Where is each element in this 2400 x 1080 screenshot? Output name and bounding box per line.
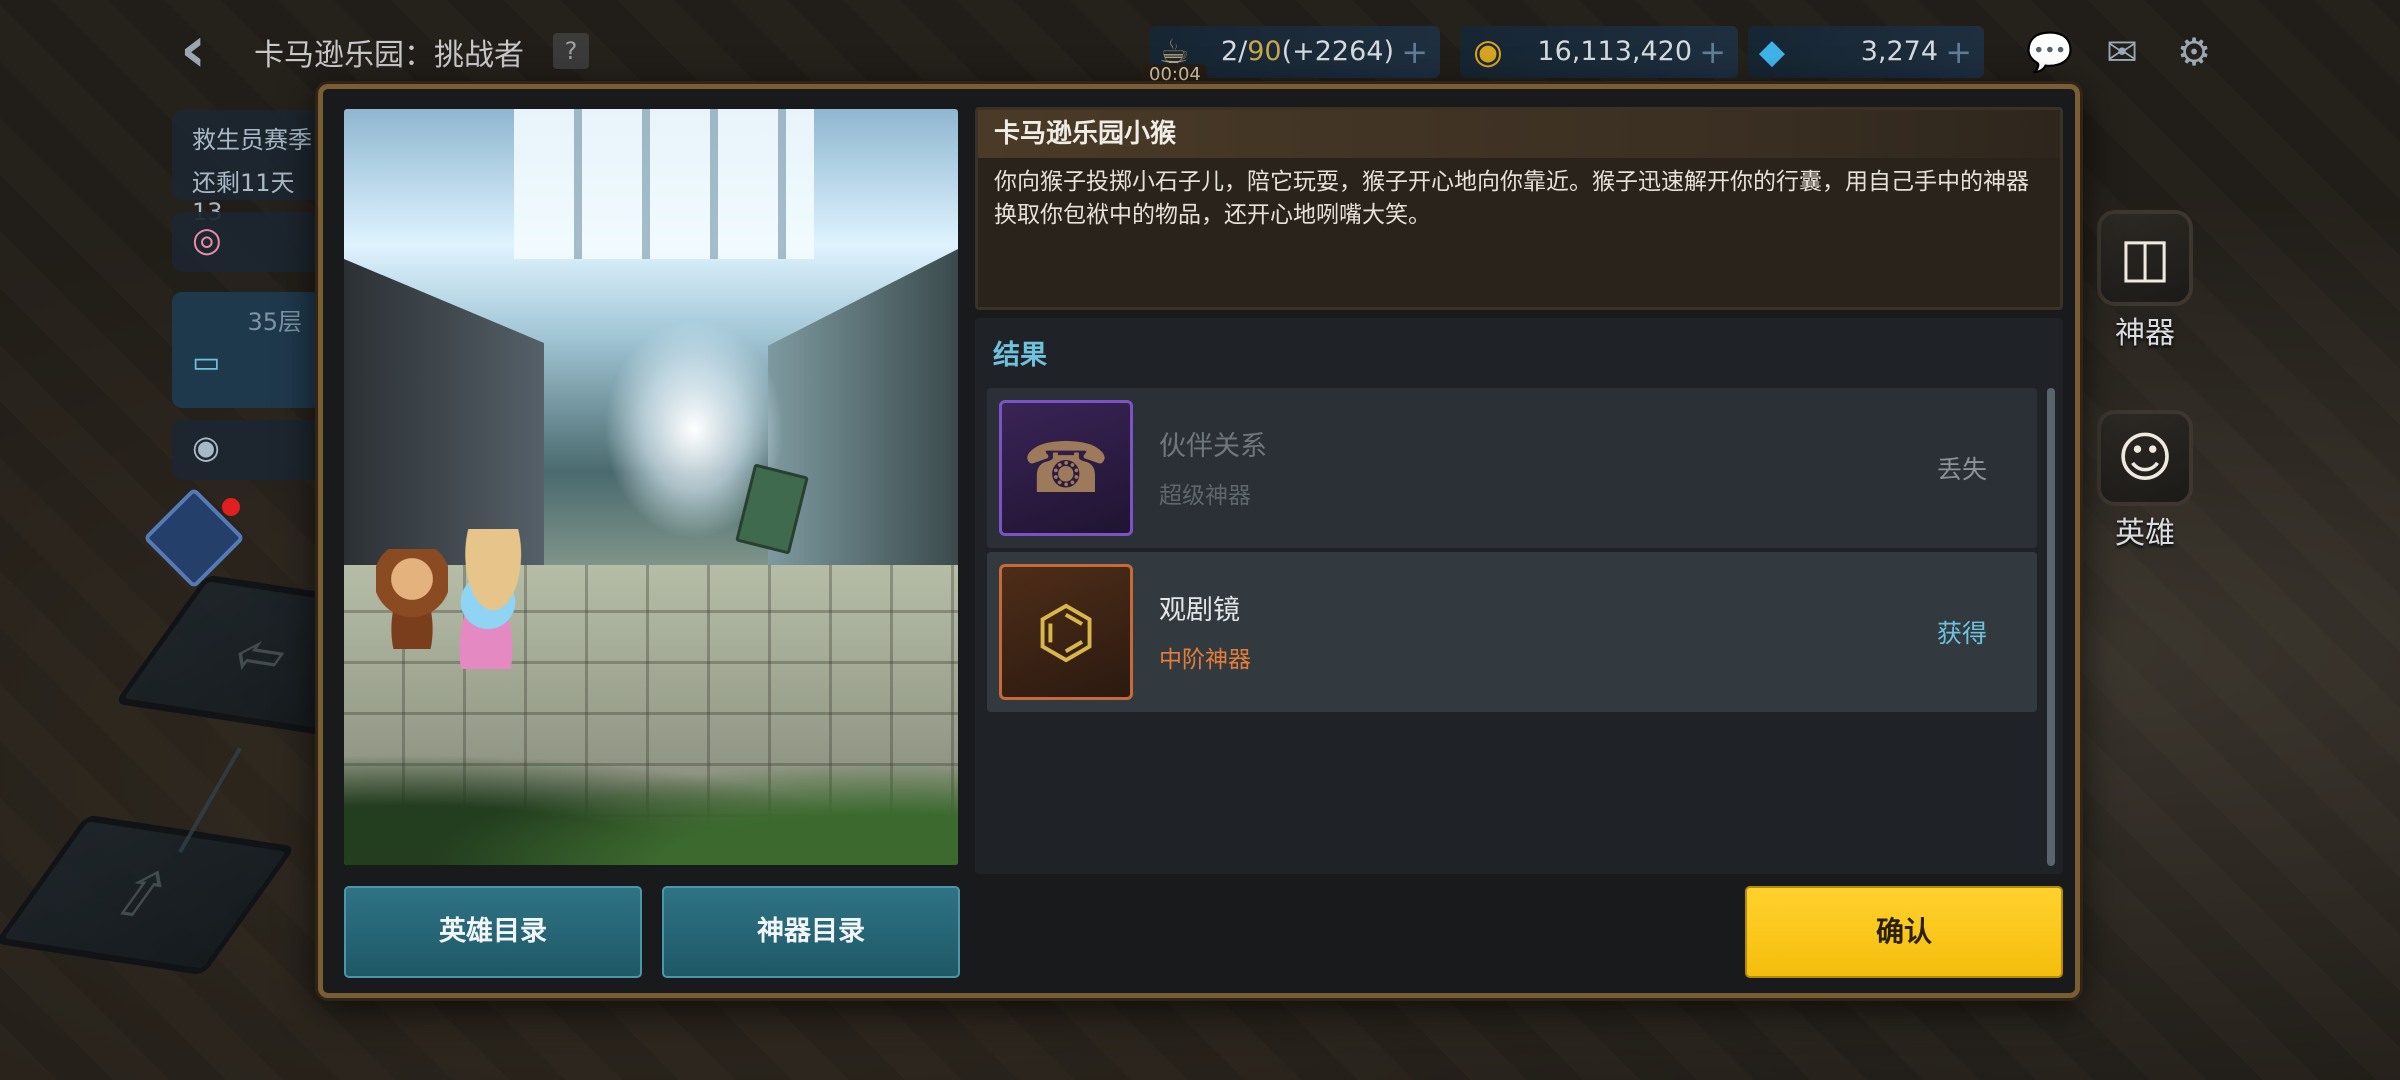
item-tier: 超级神器 [1159, 483, 1251, 509]
confirm-button[interactable]: 确认 [1745, 886, 2063, 978]
result-row-lost[interactable]: ☎ 伙伴关系 超级神器 丢失 [987, 388, 2037, 548]
floor-label: 35层 [247, 308, 302, 336]
item-name: 伙伴关系 [1159, 431, 1267, 462]
event-description: 你向猴子投掷小石子儿，陪它玩耍，猴子开心地向你靠近。猴子迅速解开你的行囊，用自己… [994, 169, 2029, 228]
opera-glasses-icon: ⌬ [1035, 591, 1097, 673]
cog-icon: ◉ [192, 428, 220, 466]
artifact-menu-label: 神器 [2115, 316, 2175, 351]
rotary-telephone-icon: ☎ [1022, 427, 1110, 509]
item-tier: 中阶神器 [1159, 647, 1251, 673]
floor-panel[interactable]: 35层 ▭ [172, 292, 322, 408]
robot-head-icon: ☺ [2097, 410, 2193, 506]
item-frame[interactable]: ⌬ [999, 564, 1133, 700]
notification-dot [222, 498, 240, 516]
gold-coin-icon: ◉ [1473, 32, 1503, 72]
gold-counter[interactable]: ◉ 16,113,420 + [1460, 26, 1738, 78]
scrollbar-thumb[interactable] [2047, 388, 2055, 866]
add-gold-button[interactable]: + [1699, 26, 1726, 78]
stamina-separator: / [1238, 36, 1248, 67]
ticket-icon: ▭ [192, 345, 221, 380]
diamond-icon: ◆ [1758, 32, 1786, 72]
donut-panel[interactable]: ◎ [172, 212, 322, 272]
hero-menu-label: 英雄 [2115, 516, 2175, 551]
artifact-catalog-button[interactable]: 神器目录 [662, 886, 960, 978]
donut-icon: ◎ [192, 220, 222, 260]
stamina-max: 90 [1247, 36, 1282, 67]
stamina-bonus: (+2264) [1281, 36, 1394, 67]
season-panel[interactable]: 救生员赛季 还剩11天13 [172, 110, 332, 226]
event-dialog: 卡马逊乐园小猴 你向猴子投掷小石子儿，陪它玩耍，猴子开心地向你靠近。猴子迅速解开… [318, 84, 2080, 998]
artifact-menu-button[interactable]: ◫ 神器 [2090, 210, 2200, 352]
result-scrollbar[interactable] [2047, 388, 2055, 866]
item-frame[interactable]: ☎ [999, 400, 1133, 536]
result-title: 结果 [993, 340, 1047, 371]
hero-sprite [436, 529, 540, 669]
mail-icon[interactable]: ✉ [2098, 28, 2146, 76]
event-title: 卡马逊乐园小猴 [978, 110, 2060, 158]
settings-gear-icon[interactable]: ⚙ [2170, 28, 2218, 76]
stamina-current: 2 [1220, 36, 1239, 67]
back-arrow-icon[interactable]: ‹ [180, 18, 236, 82]
item-state: 丢失 [1936, 455, 1987, 484]
chat-icon[interactable]: 💬 [2026, 28, 2074, 76]
season-title: 救生员赛季 [192, 126, 312, 154]
gold-value: 16,113,420 [1537, 36, 1692, 67]
gem-counter[interactable]: ◆ 3,274 + [1748, 26, 1984, 78]
item-state: 获得 [1936, 619, 1987, 648]
shopping-bag-icon: ◫ [2097, 210, 2193, 306]
stage-title: 卡马逊乐园：挑战者 [254, 38, 524, 73]
item-name: 观剧镜 [1159, 595, 1240, 626]
hero-menu-button[interactable]: ☺ 英雄 [2090, 410, 2200, 552]
help-button[interactable]: ? [553, 33, 589, 69]
result-row-gained[interactable]: ⌬ 观剧镜 中阶神器 获得 [987, 552, 2037, 712]
gem-value: 3,274 [1860, 36, 1938, 67]
add-gems-button[interactable]: + [1945, 26, 1972, 78]
result-panel[interactable]: 结果 ☎ 伙伴关系 超级神器 丢失 ⌬ 观剧镜 中阶神器 获得 [975, 318, 2063, 874]
gear-panel[interactable]: ◉ [172, 420, 322, 480]
add-stamina-button[interactable]: + [1401, 26, 1428, 78]
event-description-box: 卡马逊乐园小猴 你向猴子投掷小石子儿，陪它玩耍，猴子开心地向你靠近。猴子迅速解开… [975, 107, 2063, 310]
game-screen: ⇧ ⇦ ‹ 卡马逊乐园：挑战者 ? 救生员赛季 还剩11天13 ◎ 35层 ▭ … [0, 0, 2400, 1080]
event-illustration [344, 109, 958, 865]
stamina-timer: 00:04 [1143, 64, 1207, 85]
hero-catalog-button[interactable]: 英雄目录 [344, 886, 642, 978]
